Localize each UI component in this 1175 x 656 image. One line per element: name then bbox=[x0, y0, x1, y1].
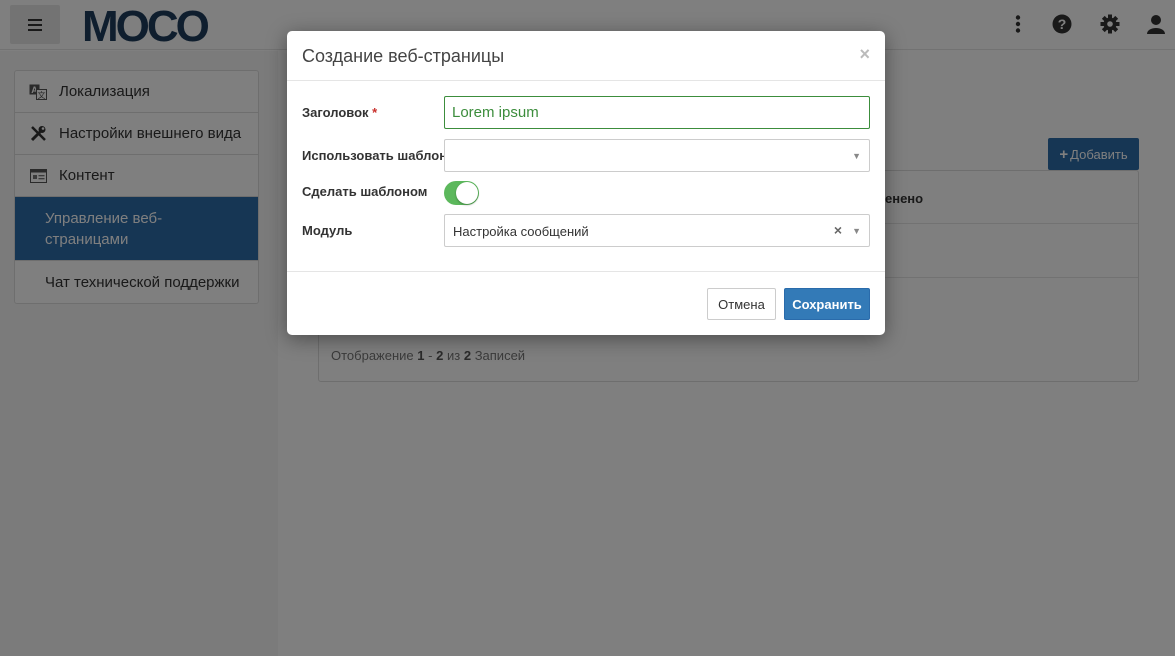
template-field-label: Использовать шаблон bbox=[302, 148, 448, 163]
modal-header: Создание веб-страницы × bbox=[287, 31, 885, 81]
title-input[interactable] bbox=[444, 96, 870, 129]
close-icon[interactable]: × bbox=[859, 45, 870, 63]
cancel-button[interactable]: Отмена bbox=[707, 288, 776, 320]
module-select-value: Настройка сообщений bbox=[453, 224, 589, 239]
toggle-knob bbox=[456, 182, 478, 204]
modal-title: Создание веб-страницы bbox=[302, 46, 505, 66]
title-field-label: Заголовок * bbox=[302, 105, 377, 120]
chevron-down-icon: ▼ bbox=[852, 226, 861, 236]
save-button[interactable]: Сохранить bbox=[784, 288, 870, 320]
required-mark: * bbox=[372, 105, 378, 120]
chevron-down-icon: ▼ bbox=[852, 151, 861, 161]
module-select[interactable]: Настройка сообщений × ▼ bbox=[444, 214, 870, 247]
make-template-toggle[interactable] bbox=[444, 181, 479, 205]
make-template-label: Сделать шаблоном bbox=[302, 184, 428, 199]
modal-footer-divider bbox=[287, 271, 885, 272]
template-select[interactable]: ▼ bbox=[444, 139, 870, 172]
create-web-page-dialog: Создание веб-страницы × Заголовок * Испо… bbox=[287, 31, 885, 335]
module-field-label: Модуль bbox=[302, 223, 353, 238]
clear-icon[interactable]: × bbox=[834, 222, 842, 238]
title-label-text: Заголовок bbox=[302, 105, 369, 120]
